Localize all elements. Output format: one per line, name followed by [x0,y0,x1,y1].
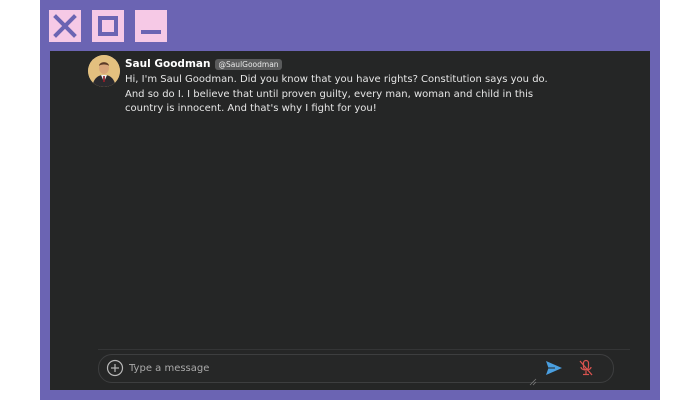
maximize-button[interactable] [92,10,124,42]
send-icon [546,361,562,375]
message-input[interactable] [129,359,499,377]
resize-grip-icon [529,378,537,386]
maximize-icon [98,16,118,36]
app-window: Saul Goodman @SaulGoodman Hi, I'm Saul G… [40,0,660,400]
close-icon [53,14,77,38]
message-composer [98,354,614,386]
plus-circle-icon [106,359,124,377]
mute-mic-button[interactable] [578,359,594,377]
send-button[interactable] [545,360,563,376]
author-name[interactable]: Saul Goodman [125,58,210,70]
close-button[interactable] [49,10,81,42]
message-text: Hi, I'm Saul Goodman. Did you know that … [125,74,548,114]
minimize-icon [141,30,161,34]
avatar-image [88,55,120,87]
message-body: Saul Goodman @SaulGoodman Hi, I'm Saul G… [125,56,555,117]
add-attachment-button[interactable] [106,359,124,377]
resize-handle[interactable] [529,371,537,386]
message-header: Saul Goodman @SaulGoodman [125,56,555,72]
chat-panel: Saul Goodman @SaulGoodman Hi, I'm Saul G… [50,51,650,390]
avatar[interactable] [88,55,120,87]
mic-muted-icon [579,359,593,376]
minimize-button[interactable] [135,10,167,42]
composer-divider [98,349,630,350]
author-handle: @SaulGoodman [215,58,282,70]
